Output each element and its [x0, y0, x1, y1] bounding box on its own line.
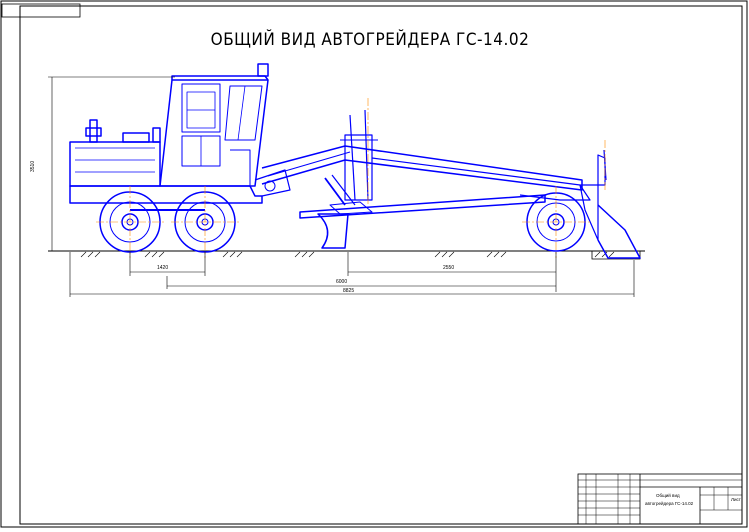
ground	[48, 250, 645, 260]
drawing-title: ОБЩИЙ ВИД АВТОГРЕЙДЕРА ГС-14.02	[210, 30, 530, 50]
dim-blade-to-front: 2550	[443, 265, 455, 271]
dim-overall-length: 8825	[343, 288, 355, 294]
title-block-name-2: автогрейдера ГС-14.02	[645, 501, 694, 506]
motor-grader	[69, 63, 641, 259]
title-block-sheet: Лист	[731, 497, 741, 502]
dim-tandem-base: 1420	[157, 265, 169, 271]
sheet-frame	[0, 0, 748, 528]
dim-height: 3510	[30, 160, 36, 172]
dim-wheelbase: 6000	[336, 279, 348, 285]
title-block	[577, 473, 743, 525]
drawing-sheet: ОБЩИЙ ВИД АВТОГРЕЙДЕРА ГС-14.02 3510 142…	[0, 0, 749, 528]
title-block-name-1: Общий вид	[656, 493, 680, 498]
